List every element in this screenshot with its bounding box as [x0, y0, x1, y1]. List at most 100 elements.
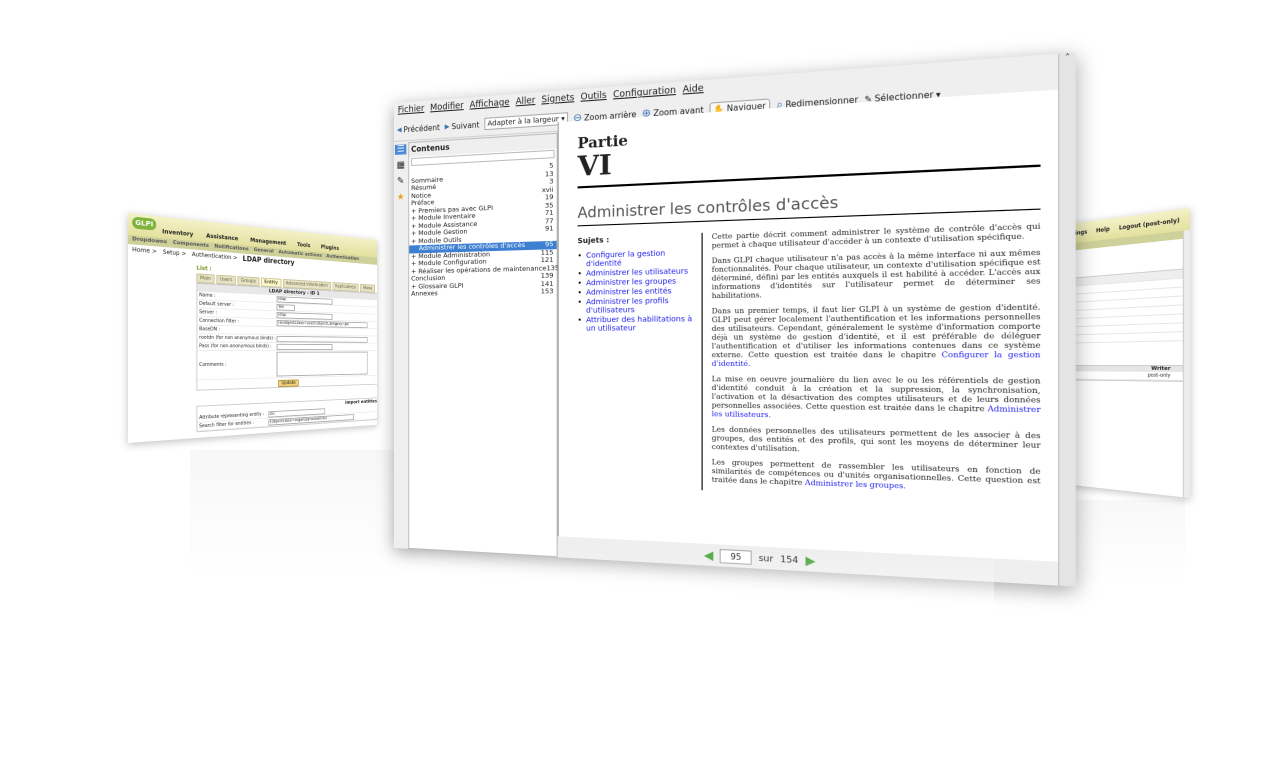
subject-link[interactable]: • Administrer les entités	[578, 286, 695, 297]
tab-users[interactable]: Users	[216, 274, 236, 286]
next-label: Suivant	[451, 119, 480, 131]
form-row-comments: Comments :	[197, 350, 377, 381]
tab-entity[interactable]: Entity	[260, 277, 282, 288]
field-label: BaseDN :	[199, 326, 221, 333]
tab-replicates[interactable]: Replicate(s)	[332, 282, 359, 292]
field-label: rootdn (for non anonymous binds) :	[199, 334, 276, 342]
subject-link-label: Configurer la gestion d'identité	[586, 249, 666, 269]
menu-tools[interactable]: Tools	[297, 242, 310, 249]
subject-link-label: Administrer les groupes	[586, 276, 677, 288]
subject-link-label: Administrer les entités	[586, 286, 672, 297]
field-label: Pass (for non-anonymous binds) :	[199, 343, 272, 350]
menu-modifier[interactable]: Modifier	[430, 101, 464, 114]
table-of-contents: Contenus 5 Sommaire 13 Résumé 3 Notice xvii Pré…	[408, 132, 559, 558]
document-page: Partie VI Administrer les contrôles d'ac…	[557, 89, 1060, 562]
bullet-icon: •	[577, 251, 582, 261]
subject-link[interactable]: • Configurer la gestion d'identité	[578, 248, 695, 268]
paragraph: Les groupes permettent de rassembler les…	[712, 458, 1041, 496]
bullet-icon: •	[577, 297, 582, 307]
ldap-form: LDAP directory - ID 1 Name : ldap Default…	[196, 282, 377, 391]
subject-link-label: Attribuer des habilitations à un utilisa…	[586, 314, 693, 333]
field-label: Comments :	[199, 362, 227, 368]
toc-item-label: Annexes	[411, 289, 438, 298]
zoom-mode-select[interactable]: Adapter à la largeur ▾	[484, 112, 568, 131]
paragraph: La mise en oeuvre journalière du lien av…	[712, 375, 1041, 424]
zoom-mode-value: Adapter à la largeur	[487, 114, 559, 128]
subject-link[interactable]: • Administrer les profils d'utilisateurs	[578, 296, 695, 315]
glpi-logo[interactable]: GLPI	[132, 216, 157, 231]
viewer-reflection: 95 sur 154	[394, 548, 994, 658]
server-field[interactable]: ldap	[276, 311, 333, 320]
menu-outils[interactable]: Outils	[581, 90, 607, 102]
import-entities-form: Import entities Attribute representing e…	[196, 397, 377, 433]
bullet-icon: •	[577, 269, 582, 279]
menu-assistance[interactable]: Assistance	[206, 233, 238, 243]
form-row-pass: Pass (for non-anonymous binds) :	[197, 342, 377, 351]
subject-link-label: Administrer les profils d'utilisateurs	[586, 296, 669, 315]
side-panel-icons: ☰ ▦ ✎ ★	[394, 142, 407, 549]
bullet-icon: •	[577, 278, 582, 288]
toc-item-page: 91	[544, 224, 554, 233]
chapter-link[interactable]: Administrer les groupes.	[805, 478, 906, 490]
logout-link[interactable]: Logout (post-only)	[1119, 217, 1180, 231]
vertical-scrollbar[interactable]	[1182, 230, 1190, 498]
basedn-field[interactable]	[277, 328, 367, 334]
previous-button[interactable]: ◂ Précédent	[397, 121, 440, 135]
thumbnails-icon[interactable]: ▦	[397, 160, 405, 170]
toc-item-page: 153	[540, 286, 554, 296]
chevron-up-icon: ˄	[1065, 52, 1070, 63]
breadcrumb-setup[interactable]: Setup >	[163, 247, 186, 260]
breadcrumb-home[interactable]: Home >	[132, 244, 157, 258]
reflection-of: sur	[704, 644, 715, 653]
menu-configuration[interactable]: Configuration	[613, 85, 676, 100]
tab-groups[interactable]: Groups	[237, 276, 260, 287]
field-label: Server :	[199, 309, 217, 316]
reviews-icon[interactable]: ✎	[397, 176, 404, 186]
viewer-body: ☰ ▦ ✎ ★ Contenus 5 Sommaire 13 Résumé 3 Notic…	[394, 52, 1076, 587]
rootdn-field[interactable]	[276, 335, 368, 343]
toc-list: 5 Sommaire 13 Résumé 3 Notice xvii Préface 19 + P…	[409, 161, 559, 298]
bullet-icon: •	[577, 288, 582, 298]
field-label: Connection filter :	[199, 317, 240, 325]
reflection-content: 95 sur 154	[413, 548, 994, 658]
paragraph: Dans un premier temps, il faut lier GLPI…	[712, 303, 1041, 370]
left-window-reflection	[190, 450, 420, 570]
document-content: Partie VI Administrer les contrôles d'ac…	[577, 107, 1041, 503]
reflection-total: 154	[716, 644, 730, 653]
toc-item[interactable]: Annexes 153	[409, 286, 556, 298]
bookmarks-icon[interactable]: ★	[397, 192, 405, 202]
menu-plugins[interactable]: Plugins	[321, 244, 339, 252]
reflection-page: 95	[694, 644, 703, 653]
menu-affichage[interactable]: Affichage	[470, 98, 510, 111]
next-button[interactable]: ▸ Suivant	[445, 119, 480, 133]
paragraph: Dans GLPI chaque utilisateur n'a pas acc…	[711, 247, 1041, 301]
menu-management[interactable]: Management	[250, 237, 286, 247]
vertical-scrollbar[interactable]: ˄	[1058, 52, 1076, 587]
contents-icon[interactable]: ☰	[394, 144, 407, 155]
menu-inventory[interactable]: Inventory	[162, 228, 193, 238]
subjects-list: Sujets : • Configurer la gestion d'identi…	[578, 233, 702, 490]
menu-aide[interactable]: Aide	[683, 83, 704, 95]
default-server-select[interactable]: Yes	[276, 303, 295, 311]
menu-aller[interactable]: Aller	[516, 96, 536, 108]
tab-management[interactable]: Mana	[360, 283, 375, 293]
bullet-icon: •	[577, 315, 582, 325]
subjects-heading: Sujets :	[577, 235, 610, 246]
body-text: Cette partie décrit comment administrer …	[701, 221, 1041, 503]
update-button[interactable]: Update	[278, 379, 299, 388]
paragraph: Cette partie décrit comment administrer …	[711, 221, 1041, 250]
password-field[interactable]	[276, 343, 333, 350]
help-link[interactable]: Help	[1096, 226, 1110, 234]
tab-main[interactable]: Main	[196, 273, 215, 284]
document-columns: Sujets : • Configurer la gestion d'identi…	[578, 221, 1041, 503]
paragraph: Les données personnelles des utilisateur…	[711, 424, 1041, 454]
previous-label: Précédent	[403, 122, 440, 134]
menu-fichier[interactable]: Fichier	[398, 104, 425, 116]
subject-link[interactable]: • Attribuer des habilitations à un utilis…	[578, 315, 695, 333]
arrow-left-icon: ◂	[396, 123, 402, 136]
arrow-right-icon: ▸	[444, 120, 450, 133]
desktop-stage: GLPI Inventory Assistance Management Too…	[0, 0, 1278, 779]
comments-textarea[interactable]	[276, 351, 368, 377]
menu-signets[interactable]: Signets	[541, 93, 574, 106]
document-viewer-window: Fichier Modifier Affichage Aller Signets…	[394, 52, 1076, 587]
